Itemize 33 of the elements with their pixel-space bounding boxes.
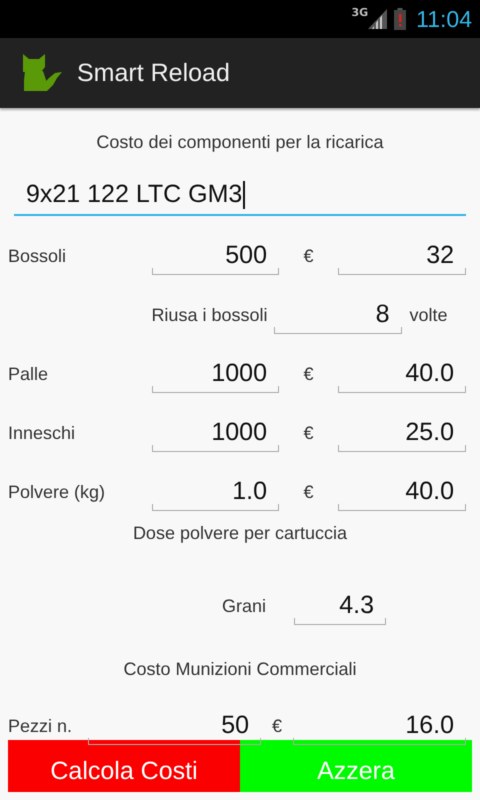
unit-label: volte <box>408 305 449 327</box>
input-field[interactable]: 9x21 122 LTC GM3 <box>14 164 466 216</box>
input-field[interactable]: 1000 <box>152 410 279 452</box>
input-field[interactable]: 25.0 <box>338 410 466 452</box>
field-label: Palle <box>8 364 50 386</box>
input-field[interactable]: 40.0 <box>338 469 466 511</box>
clock: 11:04 <box>416 6 472 32</box>
section-heading: Costo dei componenti per la ricarica <box>95 130 385 154</box>
currency-label: € <box>302 482 314 504</box>
currency-label: € <box>302 423 314 445</box>
field-label: Grani <box>222 596 268 618</box>
field-label: Bossoli <box>8 246 68 268</box>
field-label: Riusa i bossoli <box>150 305 268 327</box>
field-label: Polvere (kg) <box>8 482 106 504</box>
input-field[interactable]: 500 <box>152 233 279 275</box>
section-heading: Costo Munizioni Commerciali <box>122 658 358 680</box>
signal-icon <box>368 9 388 29</box>
input-field[interactable]: 1.0 <box>152 469 279 511</box>
cat-icon <box>21 54 63 92</box>
field-label: Inneschi <box>8 423 76 445</box>
action-button[interactable]: Calcola Costi <box>8 740 240 792</box>
currency-label: € <box>270 716 283 738</box>
input-field[interactable]: 4.3 <box>294 583 386 625</box>
section-heading: Dose polvere per cartuccia <box>132 522 348 545</box>
input-field[interactable]: 40.0 <box>338 351 466 393</box>
currency-label: € <box>302 364 314 386</box>
input-field[interactable]: 1000 <box>152 351 279 393</box>
currency-label: € <box>302 246 314 268</box>
input-field[interactable]: 32 <box>338 233 466 275</box>
network-type: 3G <box>351 6 368 19</box>
field-label: Pezzi n. <box>8 716 74 738</box>
app-title: Smart Reload <box>77 58 230 88</box>
input-field[interactable]: 8 <box>274 292 402 334</box>
